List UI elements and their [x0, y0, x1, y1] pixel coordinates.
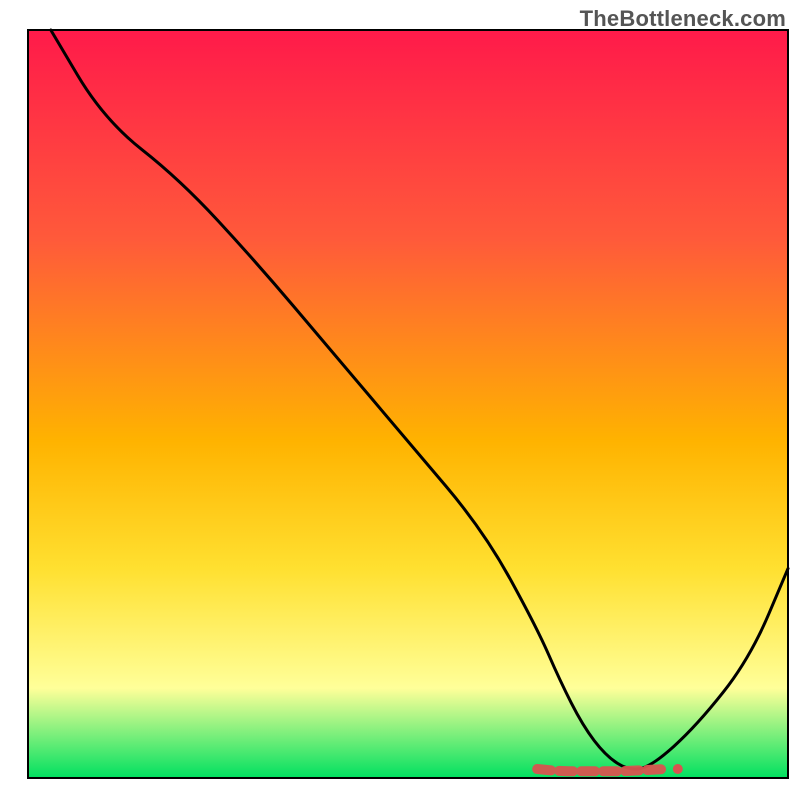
chart-container: TheBottleneck.com — [0, 0, 800, 800]
watermark-text: TheBottleneck.com — [580, 6, 786, 32]
bottleneck-chart — [0, 0, 800, 800]
flat-zone-markers — [537, 769, 666, 771]
plot-area — [28, 30, 788, 778]
flat-zone-marker-dot — [673, 764, 683, 774]
gradient-background — [28, 30, 788, 778]
